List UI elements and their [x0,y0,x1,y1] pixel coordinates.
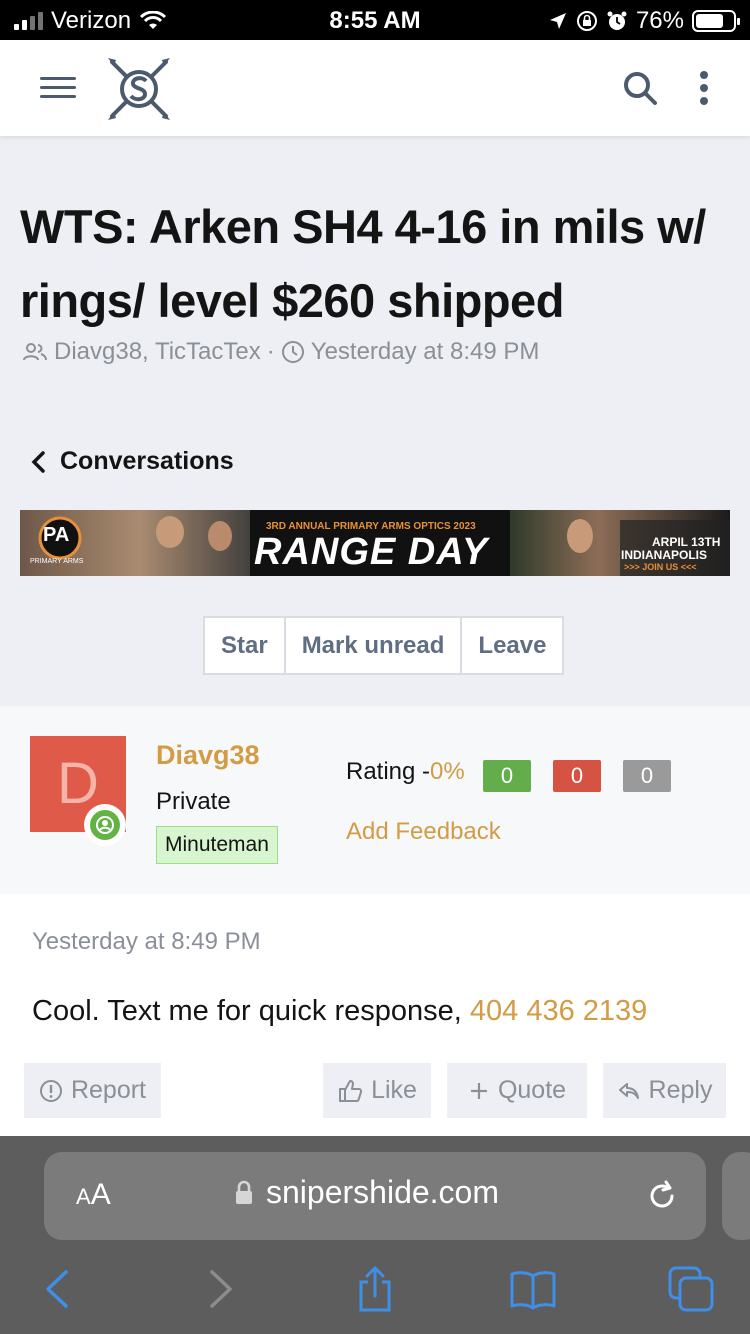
participants-icon [23,343,47,361]
phone-link[interactable]: 404 436 2139 [470,995,647,1027]
site-header [0,40,750,136]
meta-separator: · [266,338,275,365]
star-button[interactable]: Star [205,618,286,673]
post-time[interactable]: Yesterday at 8:49 PM [32,928,261,956]
rating-percent: 0% [430,758,465,785]
battery-percent: 76% [635,7,684,34]
rating-label: Rating - [346,758,431,785]
text-size-button[interactable]: AA [76,1178,111,1212]
clock-icon [281,341,304,363]
rating: Rating -0% [346,758,465,786]
back-arrow-icon[interactable] [34,1264,84,1314]
address-bar[interactable]: AA snipershide.com [44,1152,706,1240]
alarm-icon [607,11,627,30]
mark-unread-button[interactable]: Mark unread [286,618,463,673]
more-vertical-icon[interactable] [684,66,724,110]
search-icon[interactable] [620,66,660,110]
add-feedback-link[interactable]: Add Feedback [346,818,501,846]
banner-logo: PA [43,524,70,546]
battery-icon [692,10,740,32]
status-bar: Verizon 8:55 AM 76% [0,0,750,40]
back-link-label: Conversations [60,447,234,475]
participants[interactable]: Diavg38, TicTacTex [54,338,261,366]
negative-feedback-count[interactable]: 0 [553,760,601,792]
quote-label: Quote [497,1076,567,1104]
next-tab-peek[interactable] [722,1152,750,1240]
quote-button[interactable]: Quote [447,1063,587,1118]
range-day-banner-ad[interactable]: PA PRIMARY ARMS 3RD ANNUAL PRIMARY ARMS … [20,510,730,576]
bookmarks-icon[interactable] [508,1264,558,1314]
conversation-actions: Star Mark unread Leave [203,616,565,675]
user-title: Private [156,788,231,815]
snipershide-logo[interactable] [104,54,174,124]
chevron-left-icon [31,450,45,473]
post-body: Cool. Text me for quick response, 404 43… [32,995,647,1028]
thread-date[interactable]: Yesterday at 8:49 PM [311,338,540,366]
banner-city: INDIANAPOLIS [621,548,708,562]
alert-circle-icon [39,1079,62,1102]
banner-cta: >>> JOIN US <<< [624,562,697,572]
conversations-back-link[interactable]: Conversations [30,447,234,476]
banner-date: ARPIL 13TH [652,535,721,549]
address-domain[interactable]: snipershide.com [234,1174,499,1211]
like-button[interactable]: Like [323,1063,431,1118]
reload-icon[interactable] [644,1178,680,1214]
reply-button[interactable]: Reply [603,1063,726,1118]
reply-icon [618,1082,639,1099]
forward-arrow-icon[interactable] [194,1264,244,1314]
report-label: Report [70,1076,147,1104]
like-label: Like [371,1076,417,1104]
orientation-lock-icon [576,11,597,31]
positive-feedback-count[interactable]: 0 [483,760,531,792]
user-online-icon [96,816,114,834]
online-indicator [84,804,126,846]
page-title: WTS: Arken SH4 4-16 in mils w/ rings/ le… [20,200,706,327]
hamburger-icon[interactable] [40,77,76,101]
plus-icon [470,1082,487,1099]
reply-label: Reply [648,1076,713,1104]
banner-brand: PRIMARY ARMS [30,558,84,565]
share-icon[interactable] [350,1264,400,1314]
lock-icon [236,1180,252,1204]
report-button[interactable]: Report [24,1063,161,1118]
tabs-icon[interactable] [666,1264,716,1314]
location-icon [549,13,566,29]
thread-meta: Diavg38, TicTacTex · Yesterday at 8:49 P… [22,338,539,366]
domain-label: snipershide.com [266,1174,499,1210]
user-banner: Minuteman [156,826,278,864]
leave-button[interactable]: Leave [462,618,562,673]
banner-headline: RANGE DAY [254,531,489,573]
post-text: Cool. Text me for quick response, [32,995,462,1027]
thumbs-up-icon [339,1079,363,1102]
username[interactable]: Diavg38 [156,740,260,771]
neutral-feedback-count[interactable]: 0 [623,760,671,792]
